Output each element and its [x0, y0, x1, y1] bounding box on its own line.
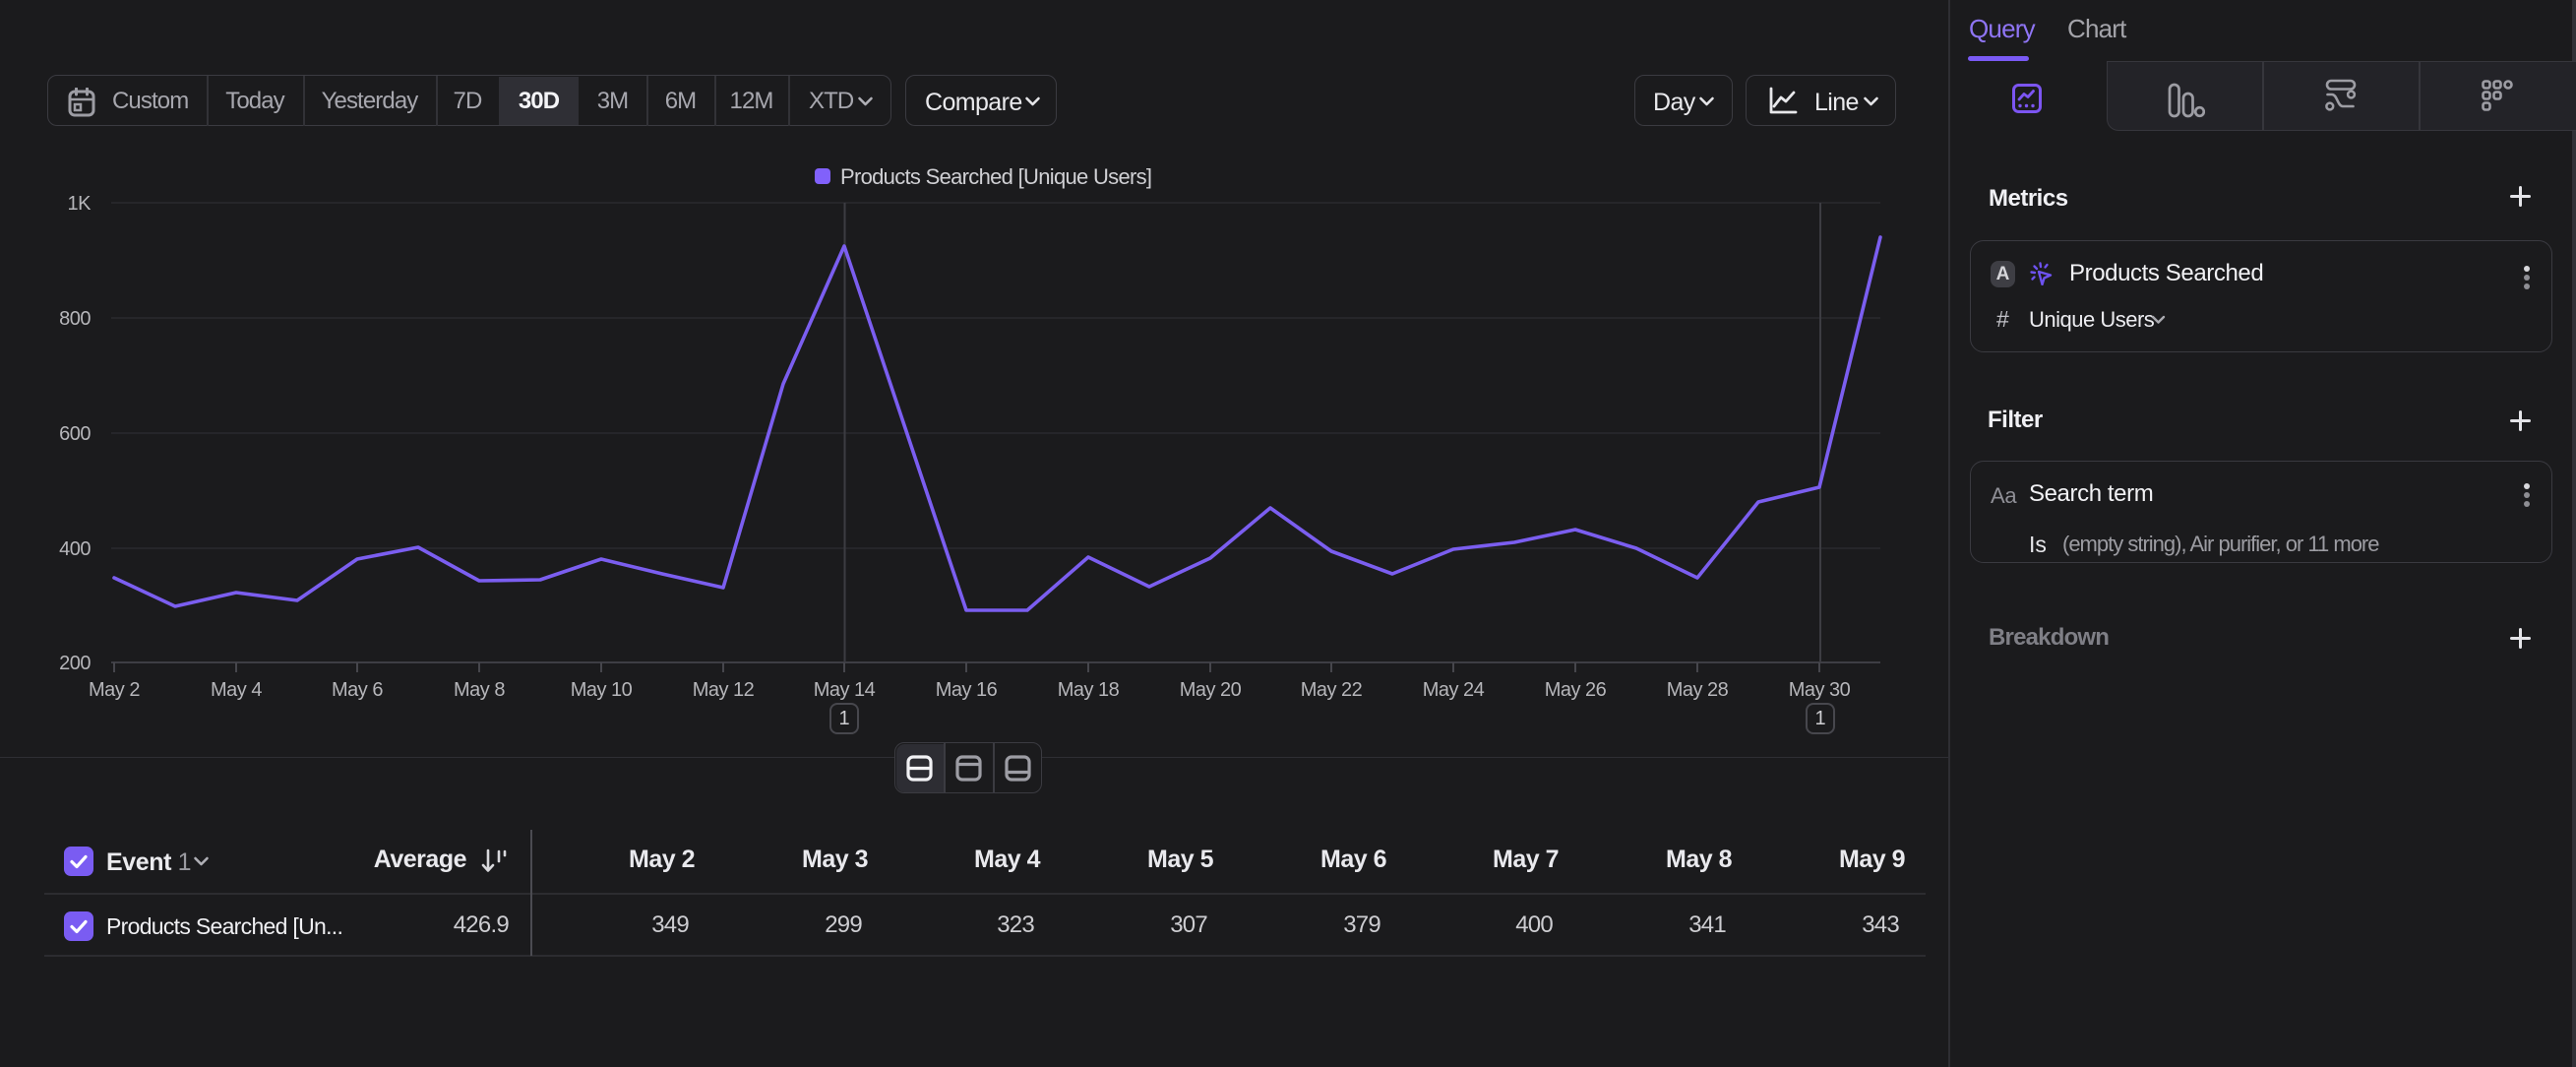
svg-text:May 2: May 2	[89, 679, 140, 701]
svg-text:May 4: May 4	[211, 679, 262, 701]
svg-text:May 28: May 28	[1667, 679, 1729, 701]
svg-text:May 10: May 10	[571, 679, 633, 701]
svg-text:400: 400	[59, 538, 91, 560]
svg-text:May 12: May 12	[693, 679, 755, 701]
svg-text:May 14: May 14	[814, 679, 876, 701]
svg-text:May 8: May 8	[454, 679, 505, 701]
svg-text:May 26: May 26	[1545, 679, 1607, 701]
svg-text:May 22: May 22	[1301, 679, 1363, 701]
svg-text:600: 600	[59, 423, 91, 445]
svg-text:800: 800	[59, 308, 91, 330]
svg-text:May 18: May 18	[1058, 679, 1120, 701]
svg-text:May 24: May 24	[1423, 679, 1485, 701]
svg-text:200: 200	[59, 653, 91, 674]
svg-text:May 16: May 16	[936, 679, 998, 701]
svg-text:May 6: May 6	[332, 679, 383, 701]
svg-text:1K: 1K	[68, 193, 92, 215]
svg-text:May 30: May 30	[1789, 679, 1851, 701]
svg-text:May 20: May 20	[1180, 679, 1242, 701]
